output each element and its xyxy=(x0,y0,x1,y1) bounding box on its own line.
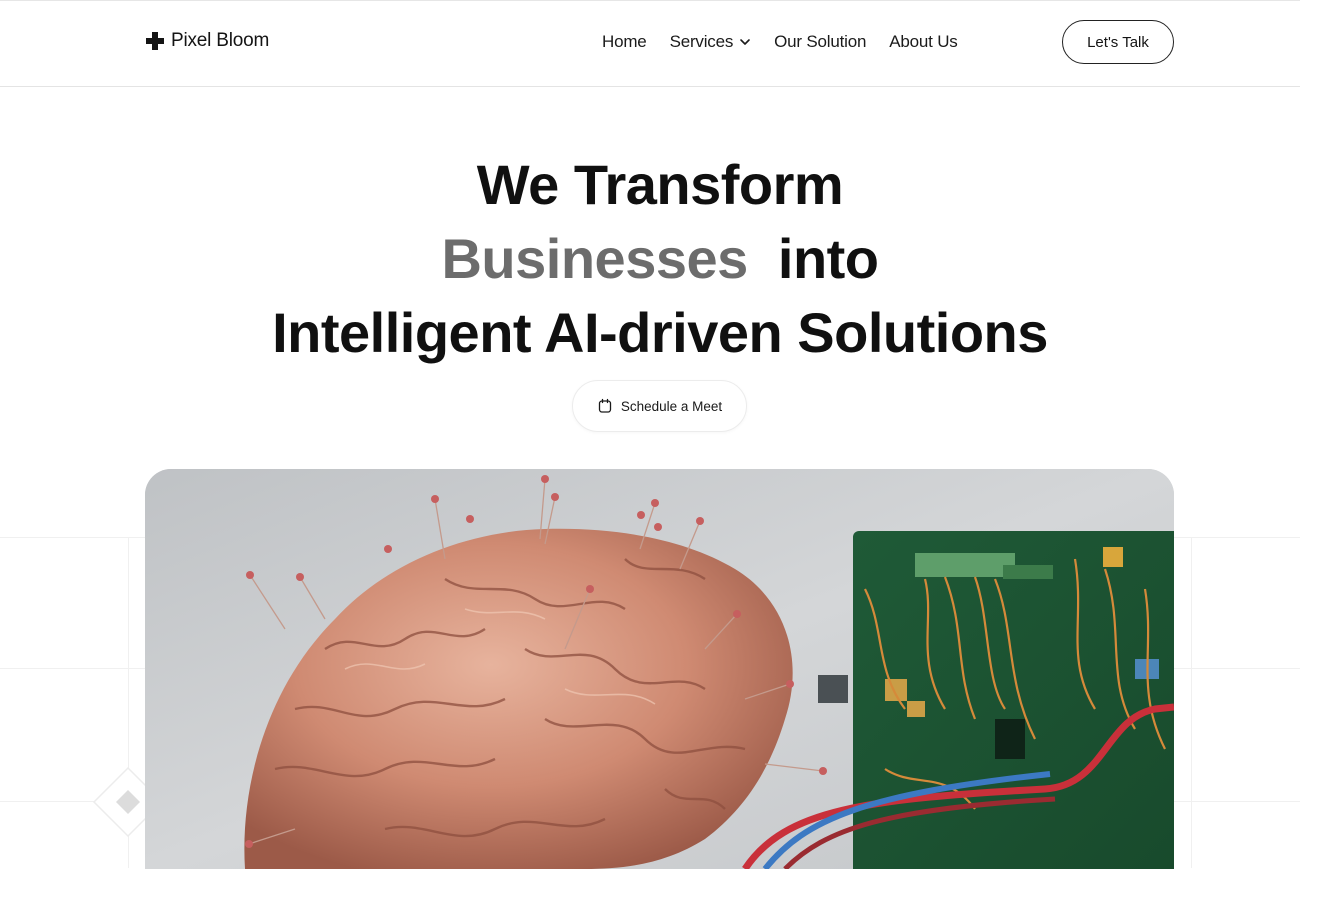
nav-item-home[interactable]: Home xyxy=(602,32,647,52)
schedule-meet-button[interactable]: Schedule a Meet xyxy=(572,380,747,432)
lets-talk-button[interactable]: Let's Talk xyxy=(1062,20,1174,64)
page: Pixel Bloom Home Services Our Solution A… xyxy=(0,0,1320,924)
nav-item-about-us[interactable]: About Us xyxy=(889,32,958,52)
nav-item-label: Home xyxy=(602,32,647,51)
hero-line-3: Intelligent AI-driven Solutions xyxy=(272,301,1048,364)
hero-line-2: Businesses into xyxy=(0,222,1320,296)
hero-line-2-rest: into xyxy=(777,227,879,290)
nav-item-our-solution[interactable]: Our Solution xyxy=(774,32,866,52)
calendar-icon xyxy=(598,398,611,413)
nav-item-label: Services xyxy=(669,32,734,51)
nav-item-services[interactable]: Services xyxy=(670,32,752,52)
hero-heading: We Transform Businesses into Intelligent… xyxy=(0,148,1320,370)
right-margin xyxy=(1300,0,1320,924)
hero-line-1: We Transform xyxy=(476,153,844,216)
nav-item-label: Our Solution xyxy=(774,32,867,51)
top-border xyxy=(0,0,1300,1)
grid-line xyxy=(1191,537,1192,868)
chevron-down-icon xyxy=(740,39,750,45)
schedule-meet-label: Schedule a Meet xyxy=(620,398,723,414)
hero-image xyxy=(145,469,1174,869)
plus-cross-icon xyxy=(146,32,164,50)
main-nav: Home Services Our Solution About Us xyxy=(602,32,958,52)
brand-name: Pixel Bloom xyxy=(171,30,270,51)
brain-circuit-illustration xyxy=(145,469,1174,869)
nav-item-label: About Us xyxy=(889,32,958,51)
header-divider xyxy=(0,86,1300,87)
brand-logo[interactable]: Pixel Bloom xyxy=(145,30,269,52)
hero-highlight: Businesses xyxy=(441,227,748,290)
